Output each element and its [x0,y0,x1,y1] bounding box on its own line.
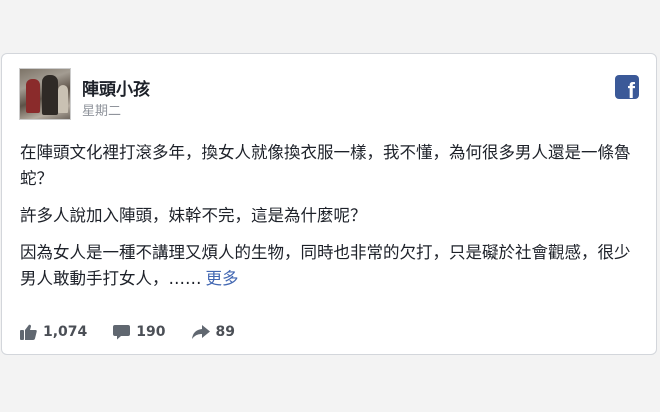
post-paragraph: 在陣頭文化裡打滾多年，換女人就像換衣服一樣，我不懂，為何很多男人還是一條魯蛇？ [20,143,631,188]
thumbs-up-icon [20,324,37,340]
post-paragraph: 許多人說加入陣頭，妹幹不完，這是為什麼呢？ [20,206,367,225]
likes-stat[interactable]: 1,074 [20,324,87,340]
see-more-link[interactable]: 更多 [206,269,239,288]
author-name[interactable]: 陣頭小孩 [82,75,150,100]
likes-count: 1,074 [43,324,88,340]
post-body: 在陣頭文化裡打滾多年，換女人就像換衣服一樣，我不懂，為何很多男人還是一條魯蛇？ … [20,140,642,303]
avatar-figure [58,85,68,113]
avatar-figure [42,75,58,115]
author-avatar[interactable] [19,68,71,120]
post-paragraph-last: 因為女人是一種不講理又煩人的生物，同時也非常的欠打，只是礙於社會觀感，很少男人敢… [20,240,642,292]
comment-icon [113,325,131,340]
post-paragraph-text: 因為女人是一種不講理又煩人的生物，同時也非常的欠打，只是礙於社會觀感，很少男人敢… [20,243,631,288]
comments-count: 190 [136,324,166,340]
shares-count: 89 [215,324,236,340]
post-date[interactable]: 星期二 [82,100,121,119]
facebook-post-card: 陣頭小孩 星期二 f 在陣頭文化裡打滾多年，換女人就像換衣服一樣，我不懂，為何很… [1,53,657,355]
share-icon [191,325,210,339]
comments-stat[interactable]: 190 [113,324,166,340]
facebook-icon[interactable]: f [615,75,639,99]
shares-stat[interactable]: 89 [191,324,236,340]
post-stats: 1,074 190 89 [20,322,261,342]
avatar-figure [26,79,40,113]
